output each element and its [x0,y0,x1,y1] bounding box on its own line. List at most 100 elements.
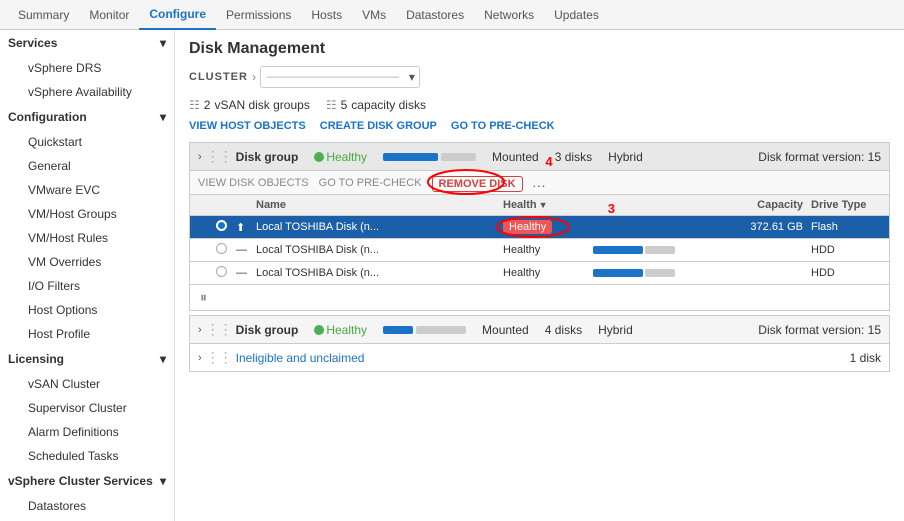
top-navigation: Summary Monitor Configure Permissions Ho… [0,0,904,30]
go-to-pre-check-btn[interactable]: GO TO PRE-CHECK [319,177,422,189]
sidebar-item-host-profile[interactable]: Host Profile [8,322,174,346]
view-host-objects-link[interactable]: VIEW HOST OBJECTS [189,120,306,132]
drag-handle-icon: ⋮⋮ [206,148,232,165]
disk-row-1[interactable]: ⬆ Local TOSHIBA Disk (n... Healthy 3 372… [189,216,890,239]
sidebar-item-vm-host-rules[interactable]: VM/Host Rules [8,226,174,250]
tab-updates[interactable]: Updates [544,0,609,30]
page-title: Disk Management [189,40,890,58]
pause-row: ⏸ [189,285,890,311]
tab-datastores[interactable]: Datastores [396,0,474,30]
breadcrumb-cluster: CLUSTER [189,71,248,83]
tab-vms[interactable]: VMs [352,0,396,30]
sidebar-item-vmware-evc[interactable]: VMware EVC [8,178,174,202]
sidebar-item-quickstart[interactable]: Quickstart [8,130,174,154]
bar-filled-3 [593,269,643,277]
disk-row-1-drive-type: Flash [811,221,881,233]
capacity-col-header: Capacity [723,199,803,211]
sidebar-item-vsan-cluster[interactable]: vSAN Cluster [8,372,174,396]
disk-groups-icon: ☷ [189,98,200,112]
sidebar-section-vsphere-cluster-services[interactable]: vSphere Cluster Services ▾ [0,468,174,494]
tab-hosts[interactable]: Hosts [301,0,352,30]
sidebar-item-datastores[interactable]: Datastores [8,494,174,518]
breadcrumb-dropdown-value: ———————————— [267,71,399,83]
sidebar-item-io-filters[interactable]: I/O Filters [8,274,174,298]
radio-col-3 [216,266,236,280]
disk-type-icon-3: — [236,267,256,279]
disk-group-1-type: Hybrid [608,150,643,164]
sidebar-item-vm-host-groups[interactable]: VM/Host Groups [8,202,174,226]
disk-row-2-drive-type: HDD [811,244,881,256]
disk-row-1-capacity: 372.61 GB [723,221,803,233]
disk-group-1-format: Disk format version: 15 [758,150,881,164]
disk-group-2-disks: 4 disks [545,323,582,337]
disk-group-1-label: Disk group [236,150,299,164]
ineligible-row: › ⋮⋮ Ineligible and unclaimed 1 disk [189,344,890,372]
disk-table-1-toolbar: VIEW DISK OBJECTS GO TO PRE-CHECK REMOVE… [189,171,890,195]
radio-col-2 [216,243,236,257]
ineligible-expand-icon[interactable]: › [198,352,202,364]
create-disk-group-link[interactable]: CREATE DISK GROUP [320,120,437,132]
tab-networks[interactable]: Networks [474,0,544,30]
sort-icon[interactable]: ▼ [539,200,548,210]
health-status-icon [314,152,324,162]
disk-groups-count: 2 [204,98,211,112]
usage-bar-filled-2 [383,326,413,334]
sidebar-section-licensing[interactable]: Licensing ▾ [0,346,174,372]
tab-permissions[interactable]: Permissions [216,0,301,30]
drag-handle-icon-2: ⋮⋮ [206,321,232,338]
annotation-3: 3 [608,201,615,216]
tab-monitor[interactable]: Monitor [79,0,139,30]
disk-row-3[interactable]: — Local TOSHIBA Disk (n... Healthy HDD [189,262,890,285]
ineligible-label[interactable]: Ineligible and unclaimed [236,351,365,365]
sidebar-item-vsphere-availability[interactable]: vSphere Availability [8,80,174,104]
tab-summary[interactable]: Summary [8,0,79,30]
sidebar-item-vm-overrides[interactable]: VM Overrides [8,250,174,274]
disk-row-3-bar [593,269,723,277]
disk-group-1-health: Healthy [326,150,367,164]
sidebar-item-vsphere-drs[interactable]: vSphere DRS [8,56,174,80]
content-area: Disk Management CLUSTER › ———————————— ▾… [175,30,904,521]
capacity-label: capacity disks [351,98,426,112]
capacity-count: 5 [341,98,348,112]
expand-icon[interactable]: › [198,151,202,163]
breadcrumb-chevron-icon: › [252,70,256,84]
disk-row-2-health: Healthy [503,244,593,256]
remove-disk-btn[interactable]: REMOVE DISK [432,176,523,192]
health-col-header: Health ▼ [503,199,593,211]
sidebar-item-alarm-definitions[interactable]: Alarm Definitions [8,420,174,444]
chevron-down-icon: ▾ [409,70,415,84]
disk-group-2-mounted: Mounted [482,323,529,337]
ineligible-drag-icon: ⋮⋮ [206,349,232,366]
disk-group-2-format: Disk format version: 15 [758,323,881,337]
disk-type-icon: ⬆ [236,221,256,234]
disk-row-3-drive-type: HDD [811,267,881,279]
disk-type-icon-2: — [236,244,256,256]
action-links-bar: VIEW HOST OBJECTS CREATE DISK GROUP GO T… [189,120,890,132]
tab-configure[interactable]: Configure [139,0,216,30]
disk-row-1-name: Local TOSHIBA Disk (n... [256,221,503,233]
summary-bar: ☷ 2 vSAN disk groups ☷ 5 capacity disks [189,98,890,112]
usage-bar-empty [441,153,476,161]
disk-row-1-health-cell: Healthy 3 [503,221,593,233]
chevron-down-icon: ▾ [160,110,166,124]
sidebar-section-configuration[interactable]: Configuration ▾ [0,104,174,130]
more-actions-btn[interactable]: ... [533,175,547,190]
ineligible-count: 1 disk [850,351,881,365]
sidebar-item-supervisor-cluster[interactable]: Supervisor Cluster [8,396,174,420]
sidebar-section-services[interactable]: Services ▾ [0,30,174,56]
expand-icon-2[interactable]: › [198,324,202,336]
sidebar-item-scheduled-tasks[interactable]: Scheduled Tasks [8,444,174,468]
sidebar-item-host-options[interactable]: Host Options [8,298,174,322]
disk-row-2[interactable]: — Local TOSHIBA Disk (n... Healthy HDD [189,239,890,262]
breadcrumb-dropdown[interactable]: ———————————— ▾ [260,66,420,88]
disk-row-3-name: Local TOSHIBA Disk (n... [256,267,503,279]
sidebar-item-general[interactable]: General [8,154,174,178]
disk-group-2-type: Hybrid [598,323,633,337]
view-disk-objects-btn[interactable]: VIEW DISK OBJECTS [198,177,309,189]
disk-groups-summary: ☷ 2 vSAN disk groups [189,98,310,112]
disk-group-2-header: › ⋮⋮ Disk group Healthy Mounted 4 disks … [189,315,890,344]
chevron-down-icon: ▾ [160,352,166,366]
disk-group-1-disks: 3 disks [555,150,592,164]
health-badge-row-1: Healthy [503,220,552,234]
go-to-pre-check-link[interactable]: GO TO PRE-CHECK [451,120,555,132]
